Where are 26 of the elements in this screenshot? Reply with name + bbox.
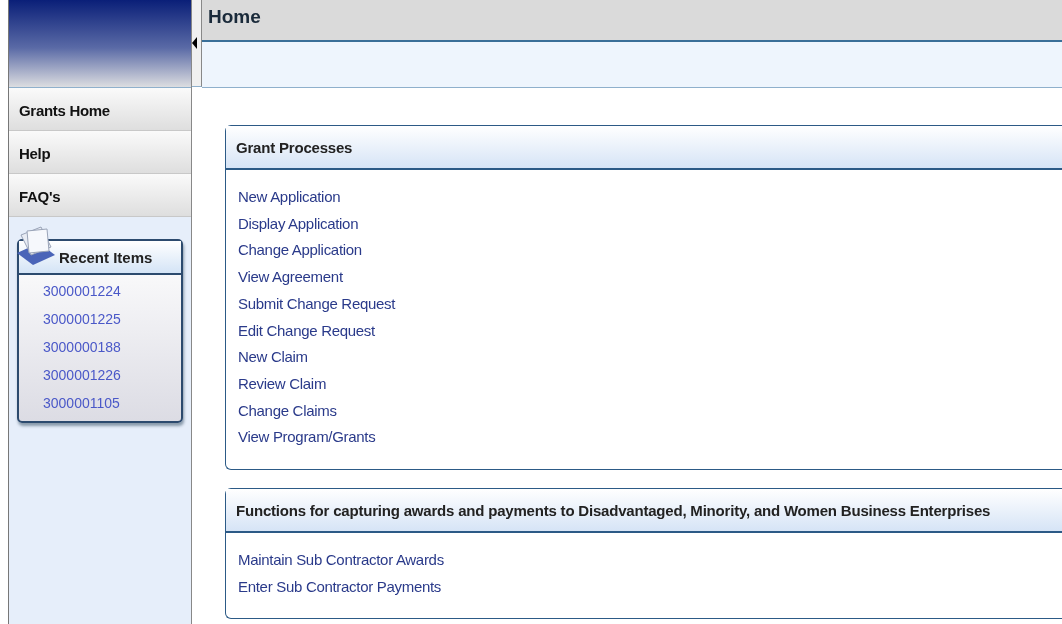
process-link[interactable]: Enter Sub Contractor Payments <box>238 573 1062 601</box>
recent-item-link[interactable]: 3000001225 <box>43 311 181 327</box>
process-link[interactable]: View Program/Grants <box>238 424 1062 452</box>
recent-item-link[interactable]: 3000000188 <box>43 339 181 355</box>
process-link[interactable]: Maintain Sub Contractor Awards <box>238 547 1062 574</box>
collapse-handle[interactable] <box>192 0 202 87</box>
sidebar-item[interactable]: Grants Home <box>9 88 191 131</box>
panel-title: Grant Processes <box>236 138 353 156</box>
process-link[interactable]: View Agreement <box>238 264 1062 291</box>
collapse-arrow-icon <box>192 37 197 49</box>
sidebar-item[interactable]: Help <box>9 131 191 174</box>
recent-item-link[interactable]: 3000001224 <box>43 283 181 299</box>
recent-item-link[interactable]: 3000001105 <box>43 395 181 411</box>
process-link[interactable]: New Application <box>238 184 1062 211</box>
process-link[interactable]: Display Application <box>238 210 1062 238</box>
process-link[interactable]: Change Application <box>238 237 1062 265</box>
page-title: Home <box>207 5 261 28</box>
recent-item-link[interactable]: 3000001226 <box>43 367 181 383</box>
process-link[interactable]: New Claim <box>238 344 1062 371</box>
panel-title: Recent Items <box>59 248 153 266</box>
process-link[interactable]: Edit Change Request <box>238 317 1062 345</box>
process-link[interactable]: Change Claims <box>238 397 1062 425</box>
panel-title: Functions for capturing awards and payments to Disadvantaged, Minority, and Women Business Enterprises <box>236 501 991 519</box>
process-link[interactable]: Submit Change Request <box>238 290 1062 318</box>
sidebar-item[interactable]: FAQ's <box>9 174 191 217</box>
process-link[interactable]: Review Claim <box>238 370 1062 398</box>
